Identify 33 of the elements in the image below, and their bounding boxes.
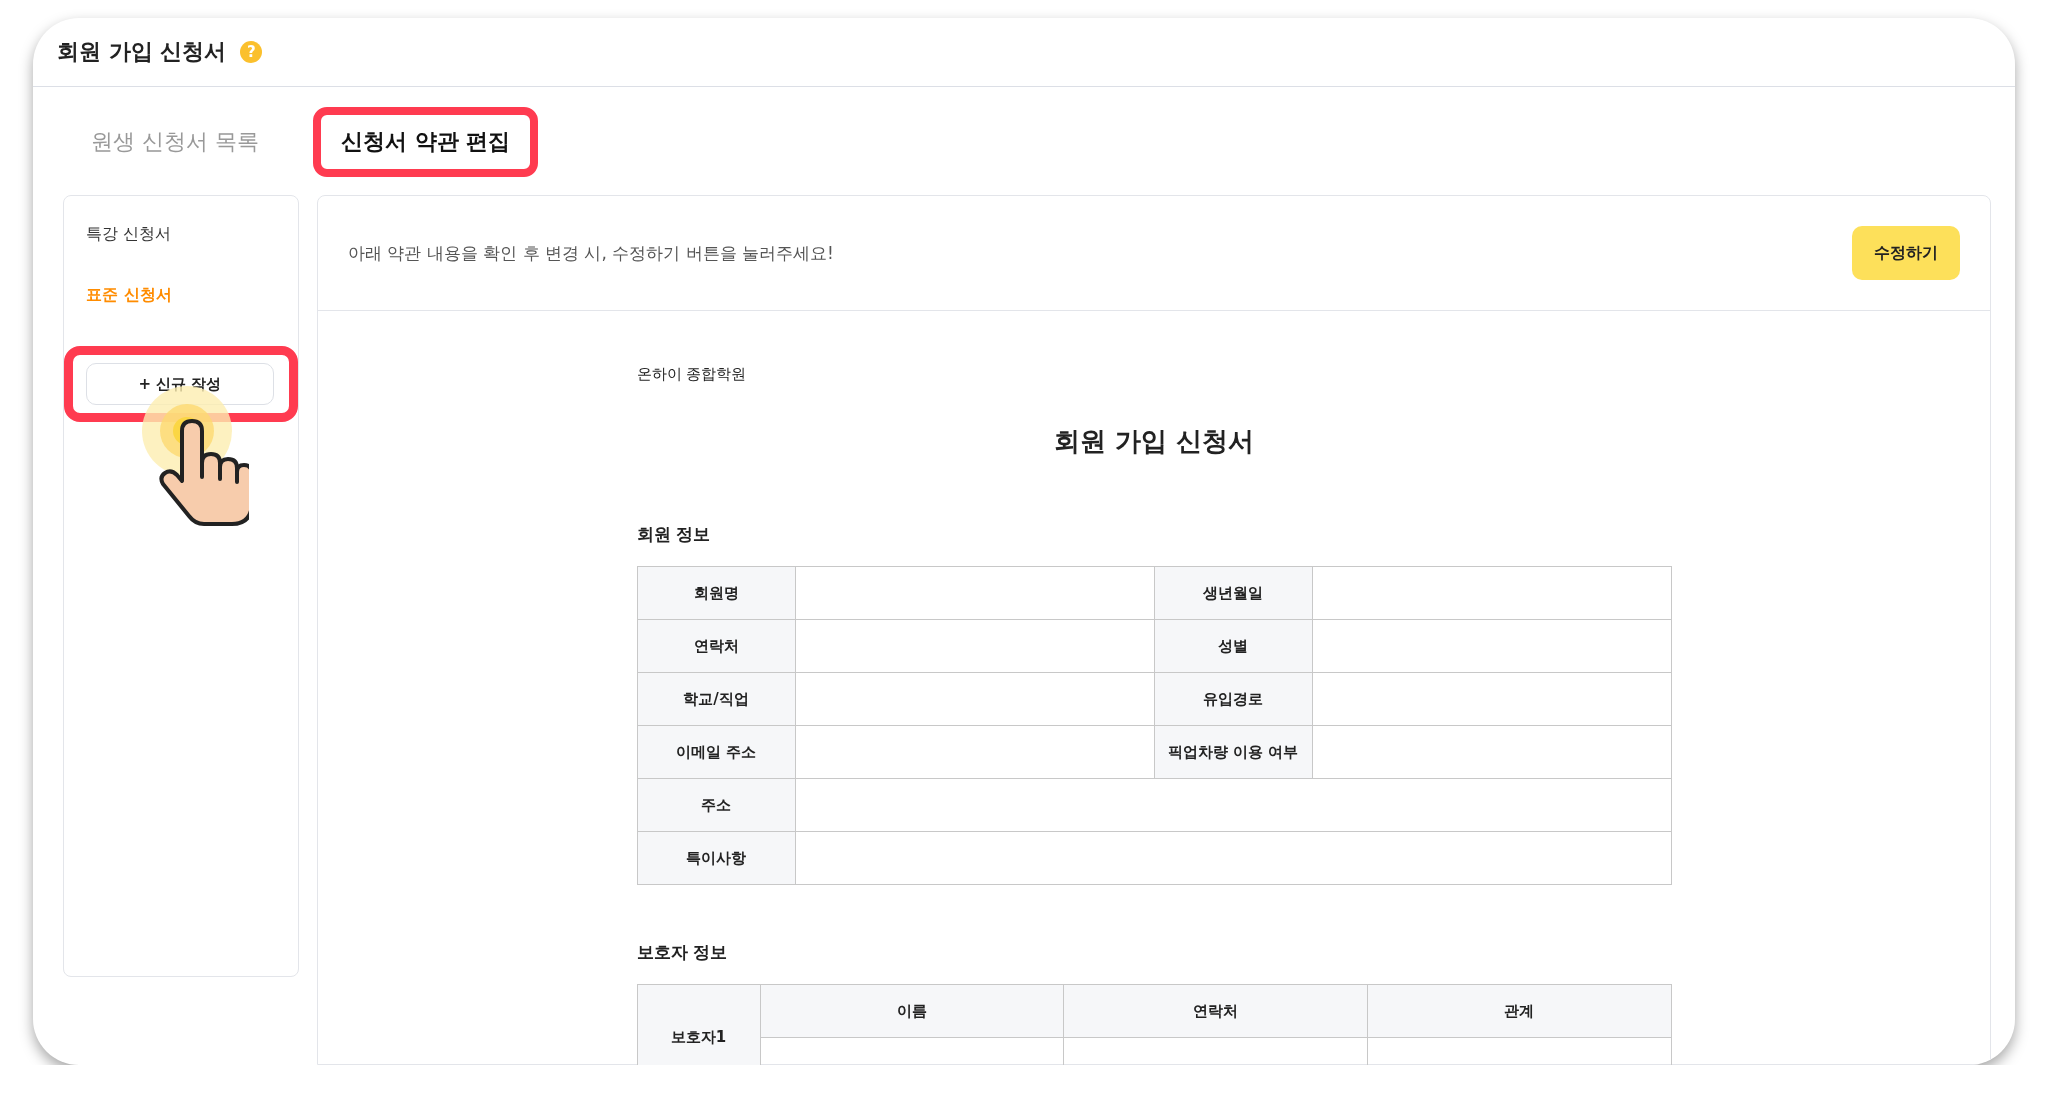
column-header: 이름 [760,984,1064,1038]
edit-button[interactable]: 수정하기 [1852,226,1960,280]
field-label: 이메일 주소 [637,725,795,779]
field-label: 성별 [1154,619,1312,673]
column-header: 연락처 [1063,984,1368,1038]
field-label: 연락처 [637,619,795,673]
field-label: 주소 [637,778,795,832]
section-heading: 보호자 정보 [636,941,729,964]
input-field[interactable] [1312,619,1671,673]
input-field[interactable] [795,619,1154,673]
sidebar-item[interactable]: 특강 신청서 [64,224,298,285]
input-field[interactable] [1312,566,1671,620]
field-label: 생년월일 [1154,566,1312,620]
field-label: 특이사항 [637,831,795,885]
input-field[interactable] [795,672,1154,726]
input-field[interactable] [1312,725,1671,779]
field-label: 픽업차량 이용 여부 [1154,725,1312,779]
academy-name: 온하이 종합학원 [636,365,748,384]
instruction-text: 아래 약관 내용을 확인 후 변경 시, 수정하기 버튼을 눌러주세요! [348,241,834,265]
input-field[interactable] [795,778,1671,832]
field-label: 회원명 [637,566,795,620]
input-field[interactable] [795,831,1671,885]
column-header: 관계 [1367,984,1671,1038]
field-label: 유입경로 [1154,672,1312,726]
input-field[interactable] [795,566,1154,620]
page-title: 회원 가입 신청서 [57,38,227,66]
tab[interactable]: 신청서 약관 편집 [313,107,539,177]
section-heading: 회원 정보 [636,523,712,546]
input-field[interactable] [1312,672,1671,726]
field-label: 보호자1 [637,984,760,1065]
field-label: 학교/직업 [637,672,795,726]
document-title: 회원 가입 신청서 [1052,425,1256,458]
input-field[interactable] [795,725,1154,779]
